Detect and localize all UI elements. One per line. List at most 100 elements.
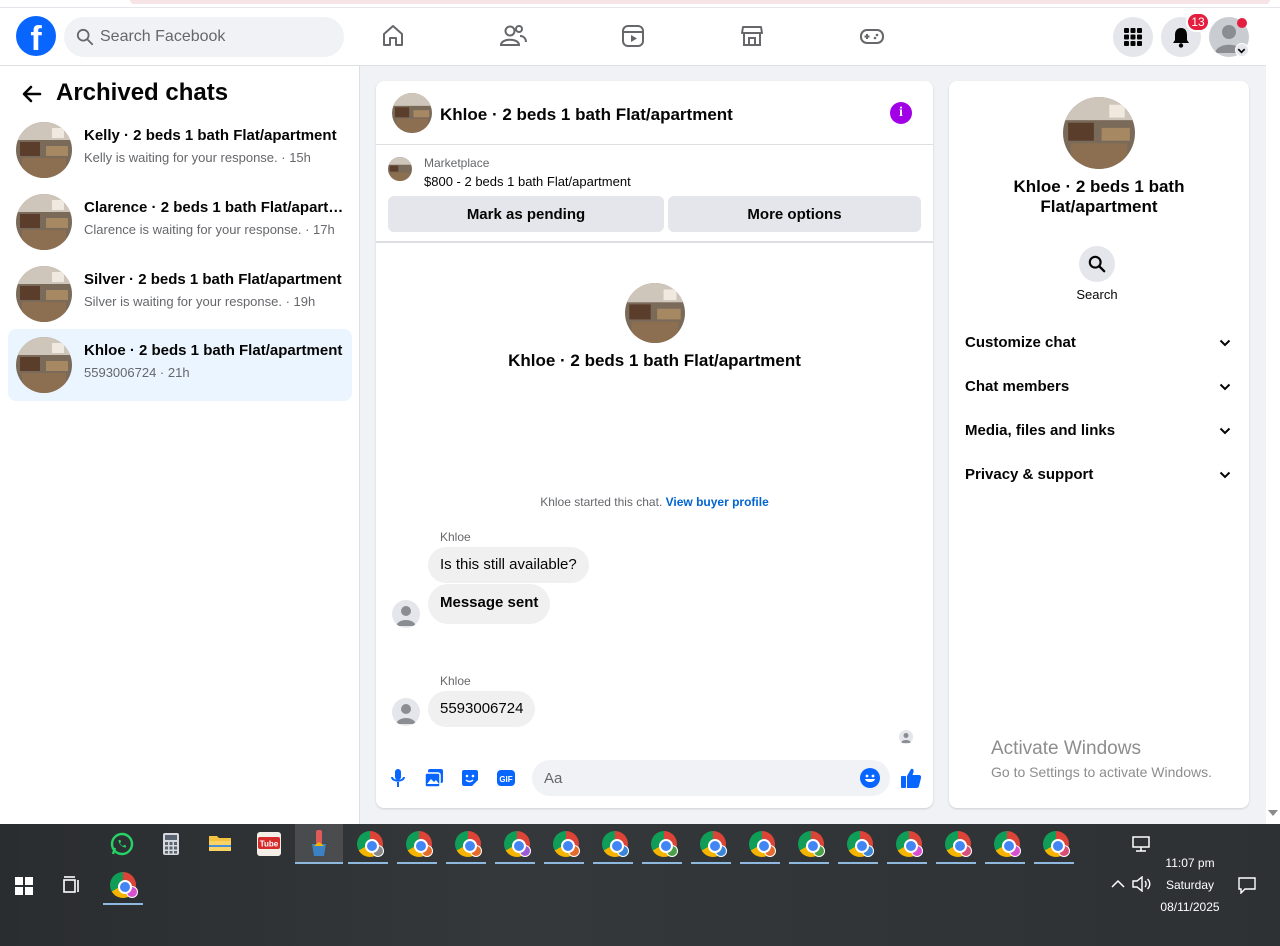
chrome-window-taskbar-button[interactable] xyxy=(740,824,788,864)
chat-title: Kelly · 2 beds 1 bath Flat/apartment xyxy=(84,127,337,144)
conversation-intro-name: Khloe · 2 beds 1 bath Flat/apartment xyxy=(508,351,801,370)
chrome-window-taskbar-button[interactable] xyxy=(397,824,445,864)
marketplace-listing-bar: Marketplace $800 - 2 beds 1 bath Flat/ap… xyxy=(376,145,933,243)
taskbar-time[interactable]: 11:07 pm xyxy=(1150,856,1230,870)
message-input[interactable] xyxy=(544,760,844,796)
paint-taskbar-button[interactable] xyxy=(295,824,343,864)
chat-list-item[interactable]: Clarence · 2 beds 1 bath Flat/apartment … xyxy=(8,186,352,258)
windows-start-icon[interactable] xyxy=(15,877,33,895)
calculator-taskbar-button[interactable] xyxy=(147,824,195,864)
view-buyer-profile-link[interactable]: View buyer profile xyxy=(666,495,769,509)
chat-list-item[interactable]: Kelly · 2 beds 1 bath Flat/apartment Kel… xyxy=(8,114,352,186)
show-hidden-icons-chevron[interactable] xyxy=(1111,879,1125,889)
chevron-down-icon xyxy=(1219,383,1231,391)
svg-text:GIF: GIF xyxy=(499,775,512,784)
mark-as-pending-button[interactable]: Mark as pending xyxy=(388,196,664,232)
info-icon[interactable]: i xyxy=(890,102,912,124)
back-arrow-icon[interactable] xyxy=(20,82,44,106)
chrome-profile-badge xyxy=(568,845,580,857)
chrome-profile-badge xyxy=(764,845,776,857)
chat-list-item[interactable]: Silver · 2 beds 1 bath Flat/apartment Si… xyxy=(8,258,352,330)
activate-windows-watermark: Activate Windows xyxy=(991,738,1141,759)
sticker-icon[interactable] xyxy=(459,767,481,789)
file-explorer-icon xyxy=(209,836,231,851)
chrome-profile-badge xyxy=(1009,845,1021,857)
page-scrollbar[interactable] xyxy=(1266,8,1280,824)
chat-members-section[interactable]: Chat members xyxy=(957,367,1241,407)
taskbar-day[interactable]: Saturday xyxy=(1150,878,1230,892)
search-facebook-box[interactable] xyxy=(64,17,344,57)
search-in-conversation-button[interactable] xyxy=(1079,246,1115,282)
running-indicator xyxy=(1034,862,1074,864)
listing-thumbnail[interactable] xyxy=(392,93,432,133)
file-explorer-taskbar-button[interactable] xyxy=(196,824,244,864)
customize-chat-section[interactable]: Customize chat xyxy=(957,323,1241,363)
taskbar-date[interactable]: 08/11/2025 xyxy=(1150,900,1230,914)
search-icon xyxy=(1088,255,1106,273)
whatsapp-taskbar-button[interactable] xyxy=(98,824,146,864)
home-icon[interactable] xyxy=(375,18,411,54)
photo-icon[interactable] xyxy=(423,767,445,789)
friends-icon[interactable] xyxy=(495,18,531,54)
message-bubble[interactable]: Is this still available? xyxy=(428,547,589,583)
chrome-window-taskbar-button[interactable] xyxy=(1034,824,1082,864)
running-indicator xyxy=(348,862,388,864)
chrome-profile-badge xyxy=(666,845,678,857)
chrome-window-taskbar-button[interactable] xyxy=(985,824,1033,864)
gif-icon[interactable]: GIF xyxy=(495,767,517,789)
chevron-down-icon xyxy=(1219,471,1231,479)
media-files-links-section[interactable]: Media, files and links xyxy=(957,411,1241,451)
chrome-icon xyxy=(749,831,776,857)
listing-price-title[interactable]: $800 - 2 beds 1 bath Flat/apartment xyxy=(424,174,631,189)
chrome-window-taskbar-button[interactable] xyxy=(789,824,837,864)
activate-windows-subtext: Go to Settings to activate Windows. xyxy=(991,764,1212,780)
chrome-window-taskbar-button[interactable] xyxy=(544,824,592,864)
chrome-window-taskbar-button[interactable] xyxy=(495,824,543,864)
marketplace-icon[interactable] xyxy=(734,18,770,54)
chrome-profile-badge xyxy=(911,845,923,857)
volume-icon[interactable] xyxy=(1132,876,1152,892)
tube-app-taskbar-button[interactable]: Tube xyxy=(245,824,293,864)
paint-icon xyxy=(312,830,326,856)
chrome-window-taskbar-button[interactable] xyxy=(887,824,935,864)
profile-alert-dot xyxy=(1237,18,1247,28)
message-sent-bubble[interactable]: Message sent xyxy=(428,584,551,624)
chrome-window-taskbar-button[interactable] xyxy=(936,824,984,864)
chrome-window-taskbar-button[interactable] xyxy=(593,824,641,864)
search-input[interactable] xyxy=(100,17,330,57)
facebook-logo[interactable]: f xyxy=(16,16,56,56)
notification-count-badge: 13 xyxy=(1186,12,1210,32)
chrome-window-taskbar-button[interactable] xyxy=(838,824,886,864)
task-view-icon[interactable] xyxy=(62,876,82,896)
message-composer[interactable] xyxy=(532,760,890,796)
chrome-icon xyxy=(455,831,482,857)
facebook-header: f 13 xyxy=(0,8,1266,66)
like-thumb-icon[interactable] xyxy=(899,766,923,790)
message-bubble[interactable]: 5593006724 xyxy=(428,691,536,727)
chat-list-item-active[interactable]: Khloe · 2 beds 1 bath Flat/apartment 559… xyxy=(8,329,352,401)
network-icon[interactable] xyxy=(1132,836,1152,852)
video-icon[interactable] xyxy=(615,18,651,54)
chrome-window-taskbar-button[interactable] xyxy=(446,824,494,864)
action-center-icon[interactable] xyxy=(1238,876,1256,894)
conversation-panel: Khloe · 2 beds 1 bath Flat/apartment i M… xyxy=(376,81,933,808)
running-indicator xyxy=(397,862,437,864)
details-title: Khloe · 2 beds 1 bath Flat/apartment xyxy=(1013,177,1185,216)
emoji-icon[interactable] xyxy=(860,768,880,788)
privacy-support-section[interactable]: Privacy & support xyxy=(957,455,1241,495)
scroll-down-arrow-icon[interactable] xyxy=(1268,810,1278,816)
running-indicator xyxy=(495,862,535,864)
chrome-taskbar-icon[interactable] xyxy=(110,872,138,898)
chrome-window-taskbar-button[interactable] xyxy=(642,824,690,864)
microphone-icon[interactable] xyxy=(387,767,409,789)
gaming-icon[interactable] xyxy=(854,18,890,54)
account-chevron-icon[interactable] xyxy=(1235,43,1249,57)
chrome-window-taskbar-button[interactable] xyxy=(691,824,739,864)
chrome-window-taskbar-button[interactable] xyxy=(348,824,396,864)
listing-thumbnail xyxy=(16,194,72,250)
listing-thumbnail xyxy=(16,122,72,178)
more-options-button[interactable]: More options xyxy=(668,196,921,232)
menu-grid-icon[interactable] xyxy=(1113,17,1153,57)
tube-app-icon: Tube xyxy=(257,832,281,856)
conversation-title[interactable]: Khloe · 2 beds 1 bath Flat/apartment xyxy=(440,105,733,125)
